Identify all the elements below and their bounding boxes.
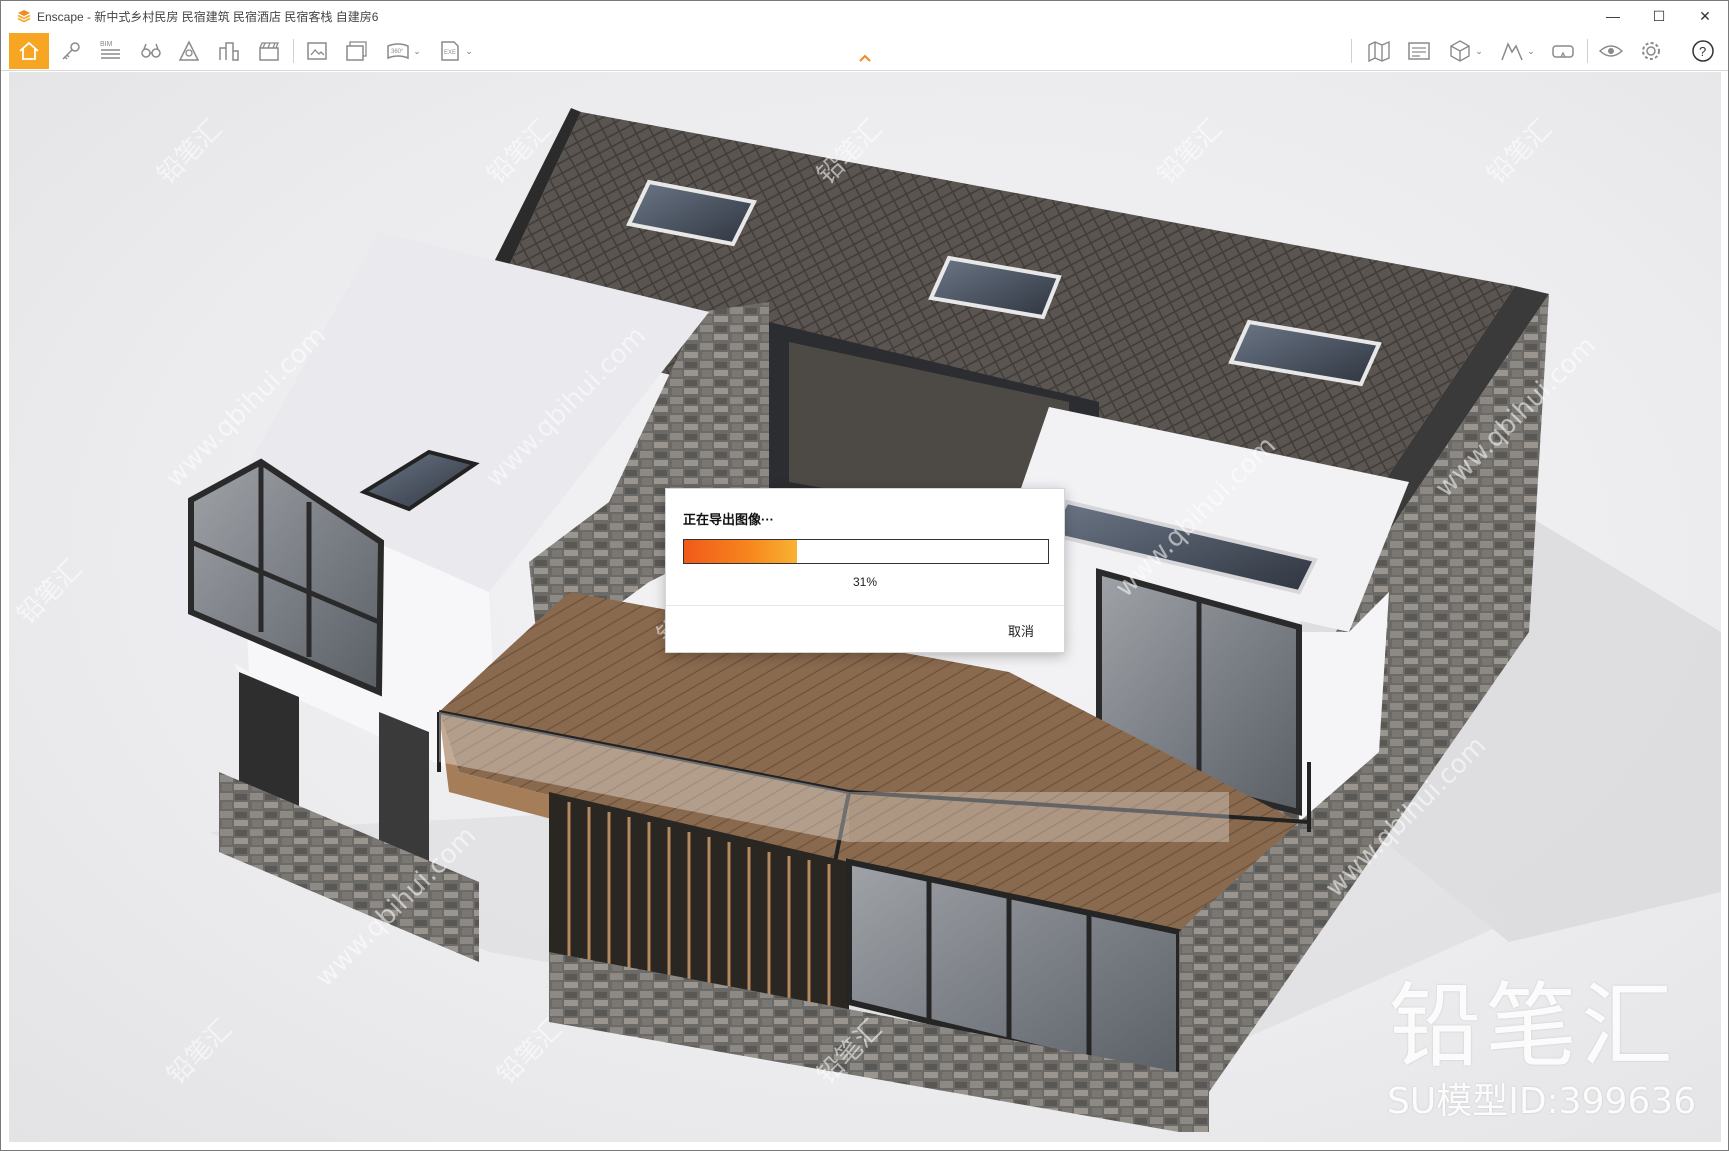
title-bar: Enscape - 新中式乡村民房 民宿建筑 民宿酒店 民宿客栈 自建房6 — … bbox=[1, 1, 1728, 31]
exe-export-icon: EXE bbox=[441, 41, 459, 61]
chevron-down-icon[interactable]: ⌄ bbox=[1527, 46, 1535, 57]
minimize-button[interactable]: — bbox=[1590, 1, 1636, 31]
close-button[interactable]: ✕ bbox=[1682, 1, 1728, 31]
panorama-button[interactable]: 360° ⌄ bbox=[381, 35, 425, 67]
asset-library-button[interactable]: ⌄ bbox=[1443, 35, 1487, 67]
home-button[interactable] bbox=[9, 33, 49, 69]
map-icon bbox=[1368, 40, 1390, 63]
binoculars-icon bbox=[141, 43, 161, 58]
settings-button[interactable] bbox=[1635, 35, 1667, 67]
video-editor-button[interactable] bbox=[253, 35, 285, 67]
window-title: Enscape - 新中式乡村民房 民宿建筑 民宿酒店 民宿客栈 自建房6 bbox=[37, 9, 379, 24]
walk-mode-button[interactable] bbox=[55, 35, 87, 67]
atmosphere-icon bbox=[178, 40, 200, 61]
toolbar-separator bbox=[1351, 39, 1352, 63]
window-controls: — ☐ ✕ bbox=[1590, 1, 1728, 31]
panorama-label: 360° bbox=[391, 49, 404, 55]
help-label: ? bbox=[1699, 44, 1706, 59]
atmosphere-button[interactable] bbox=[173, 35, 205, 67]
cube-icon bbox=[1450, 40, 1470, 62]
clapper-icon bbox=[259, 42, 279, 61]
chevron-down-icon[interactable]: ⌄ bbox=[1475, 46, 1483, 57]
cancel-button[interactable]: 取消 bbox=[1008, 621, 1034, 640]
vr-headset-button[interactable] bbox=[1547, 35, 1579, 67]
dialog-title: 正在导出图像··· bbox=[683, 512, 774, 527]
enscape-logo-icon bbox=[17, 10, 31, 23]
dialog-divider bbox=[666, 605, 1064, 606]
home-icon bbox=[19, 41, 39, 60]
watermark-model-id: SU模型ID:399636 bbox=[1387, 1081, 1697, 1122]
key-icon bbox=[62, 42, 80, 60]
site-context-button[interactable]: ⌄ bbox=[1495, 35, 1539, 67]
exe-label: EXE bbox=[444, 50, 456, 56]
gear-icon bbox=[1642, 42, 1660, 60]
toolbar-separator bbox=[1587, 39, 1588, 63]
progress-bar-fill bbox=[684, 540, 797, 563]
bim-label: BIM bbox=[100, 41, 113, 48]
map-button[interactable] bbox=[1363, 35, 1395, 67]
help-button[interactable]: ? bbox=[1687, 35, 1719, 67]
chevron-down-icon[interactable]: ⌄ bbox=[465, 46, 473, 57]
vr-icon bbox=[1552, 45, 1574, 58]
progress-percent: 31% bbox=[852, 575, 878, 589]
exe-export-button[interactable]: EXE ⌄ bbox=[433, 35, 477, 67]
toolbar-separator bbox=[293, 39, 294, 63]
collapse-toolbar-chevron-icon[interactable] bbox=[858, 51, 872, 65]
mountain-icon bbox=[1501, 42, 1523, 61]
enscape-window: Enscape - 新中式乡村民房 民宿建筑 民宿酒店 民宿客栈 自建房6 — … bbox=[0, 0, 1729, 1151]
panorama-icon: 360° bbox=[387, 43, 409, 60]
progress-bar bbox=[683, 539, 1049, 564]
eye-icon bbox=[1598, 45, 1624, 57]
bim-button[interactable]: BIM bbox=[95, 35, 127, 67]
buildings-icon bbox=[219, 42, 239, 61]
eye-button[interactable] bbox=[1595, 35, 1627, 67]
materials-button[interactable] bbox=[213, 35, 245, 67]
views-button[interactable] bbox=[135, 35, 167, 67]
batch-export-icon bbox=[346, 41, 367, 61]
watermark-brand: 铅笔汇 bbox=[1389, 973, 1678, 1080]
bim-icon: BIM bbox=[100, 41, 120, 59]
screenshot-button[interactable] bbox=[301, 35, 333, 67]
batch-render-button[interactable] bbox=[341, 35, 373, 67]
visual-settings-button[interactable] bbox=[1403, 35, 1435, 67]
image-export-icon bbox=[307, 42, 327, 60]
chevron-down-icon[interactable]: ⌄ bbox=[413, 46, 421, 57]
export-progress-dialog: 正在导出图像··· 31% 取消 bbox=[665, 488, 1065, 653]
maximize-button[interactable]: ☐ bbox=[1636, 1, 1682, 31]
settings-panel-icon bbox=[1408, 42, 1430, 60]
help-icon: ? bbox=[1692, 40, 1714, 62]
